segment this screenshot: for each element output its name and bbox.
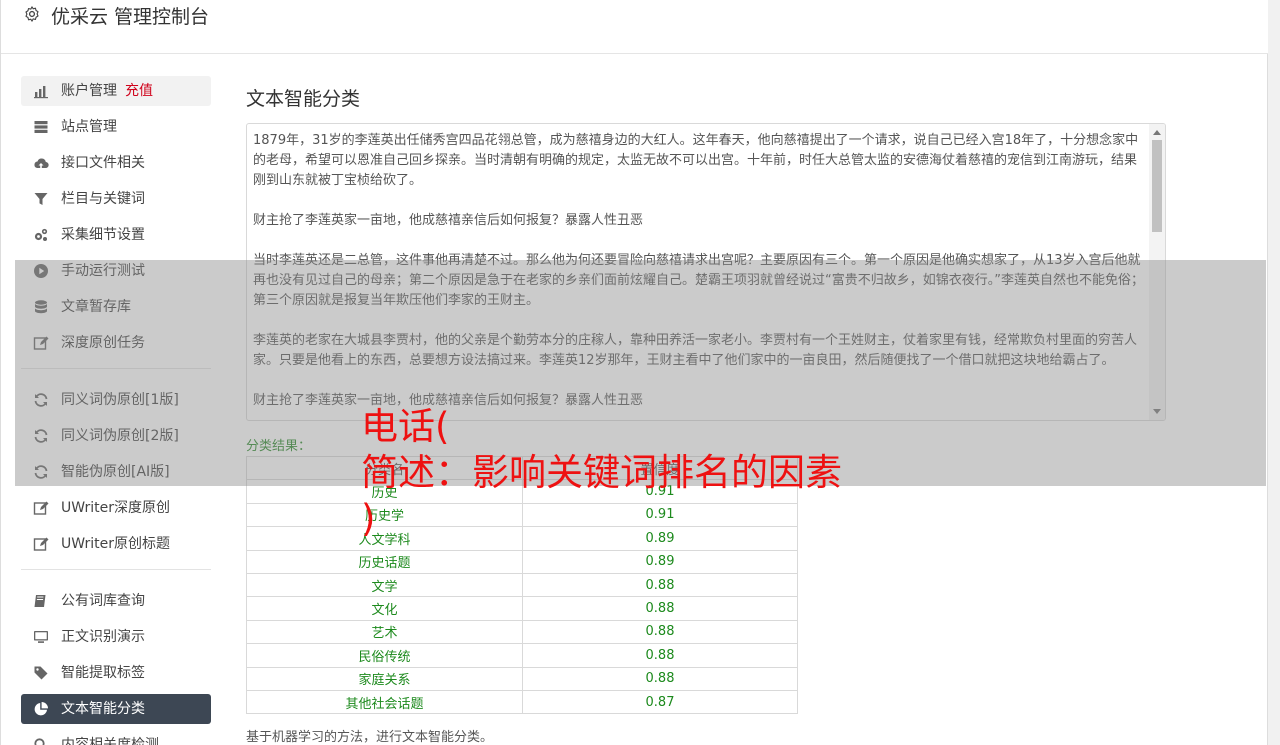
sidebar-item-2-3[interactable]: 文本智能分类 (21, 694, 211, 724)
table-row: 其他社会话题 0.87 (246, 689, 798, 715)
gear-icon (25, 6, 39, 22)
table-row: 历史话题 0.89 (246, 549, 798, 574)
category-cell: 其他社会话题 (246, 689, 523, 715)
sidebar-item-label: 公有词库查询 (61, 593, 145, 609)
sidebar-item-label: UWriter深度原创 (61, 500, 170, 516)
recharge-link[interactable]: 充值 (125, 83, 153, 99)
table-row: 文学 0.88 (246, 572, 798, 598)
top-bar: 优采云 管理控制台 (1, 0, 1269, 54)
sidebar-item-label: 采集细节设置 (61, 227, 145, 243)
category-cell: 艺术 (246, 619, 523, 645)
confidence-cell: 0.88 (522, 619, 798, 645)
table-row: 文化 0.88 (246, 596, 798, 621)
page-scrollbar[interactable] (1268, 0, 1280, 745)
book-icon (34, 595, 46, 607)
sidebar-item-label: 内容相关度检测 (61, 737, 159, 745)
sidebar-item-0-4[interactable]: 采集细节设置 (21, 220, 211, 250)
pie-chart-icon (34, 702, 48, 716)
confidence-cell: 0.88 (522, 596, 798, 621)
sidebar-item-0-3[interactable]: 栏目与关键词 (21, 184, 211, 214)
table-row: 家庭关系 0.88 (246, 666, 798, 691)
confidence-cell: 0.89 (522, 549, 798, 574)
scroll-up-icon[interactable] (1153, 130, 1161, 135)
sidebar-item-2-4[interactable]: 内容相关度检测 (21, 730, 211, 745)
sidebar-divider (21, 569, 211, 570)
category-cell: 民俗传统 (246, 643, 523, 668)
tag-icon (34, 666, 48, 680)
confidence-cell: 0.88 (522, 572, 798, 598)
sidebar-item-label: 正文识别演示 (61, 629, 145, 645)
ad-overlay-text: 电话( 简述：影响关键词排名的因素 ) (361, 405, 842, 540)
category-cell: 历史话题 (246, 549, 523, 574)
scrollbar-thumb[interactable] (1152, 140, 1162, 232)
sidebar-item-1-4[interactable]: UWriter原创标题 (21, 529, 211, 559)
sidebar-item-0-0[interactable]: 账户管理 充值 (21, 76, 211, 106)
category-cell: 文化 (246, 596, 523, 621)
category-cell: 文学 (246, 572, 523, 598)
confidence-cell: 0.88 (522, 643, 798, 668)
app-title: 优采云 管理控制台 (51, 6, 210, 28)
description-text: 基于机器学习的方法，进行文本智能分类。 (246, 730, 494, 745)
monitor-icon (34, 631, 48, 643)
server-icon (34, 121, 48, 133)
filter-icon (34, 193, 48, 205)
table-row: 民俗传统 0.88 (246, 643, 798, 668)
text-paragraph: 财主抢了李莲英家一亩地，他成慈禧亲信后如何报复？暴露人性丑恶 (253, 213, 644, 228)
bar-chart-icon (34, 86, 48, 99)
sidebar-item-1-3[interactable]: UWriter深度原创 (21, 493, 211, 523)
table-row: 艺术 0.88 (246, 619, 798, 645)
sidebar-item-label: UWriter原创标题 (61, 536, 170, 552)
sidebar-item-0-1[interactable]: 站点管理 (21, 112, 211, 142)
sidebar-item-label: 栏目与关键词 (61, 191, 145, 207)
sidebar-item-2-1[interactable]: 正文识别演示 (21, 622, 211, 652)
sidebar-item-2-0[interactable]: 公有词库查询 (21, 586, 211, 616)
category-cell: 家庭关系 (246, 666, 523, 691)
edit-icon (33, 537, 49, 551)
sidebar-item-label: 接口文件相关 (61, 155, 145, 171)
sidebar-item-2-2[interactable]: 智能提取标签 (21, 658, 211, 688)
sidebar-item-label: 站点管理 (61, 119, 117, 135)
edit-icon (33, 501, 49, 515)
sidebar-item-label: 账户管理 充值 (61, 83, 153, 99)
sidebar-item-label: 智能提取标签 (61, 665, 145, 681)
cloud-upload-icon (34, 158, 49, 169)
text-paragraph: 1879年，31岁的李莲英出任储秀宫四品花翎总管，成为慈禧身边的大红人。这年春天… (253, 133, 1139, 188)
sidebar-item-0-2[interactable]: 接口文件相关 (21, 148, 211, 178)
confidence-cell: 0.88 (522, 666, 798, 691)
sidebar-item-label: 文本智能分类 (61, 701, 145, 717)
page-title: 文本智能分类 (246, 88, 361, 110)
search-icon (34, 738, 45, 745)
cogs-icon (34, 228, 48, 241)
confidence-cell: 0.87 (522, 689, 798, 715)
